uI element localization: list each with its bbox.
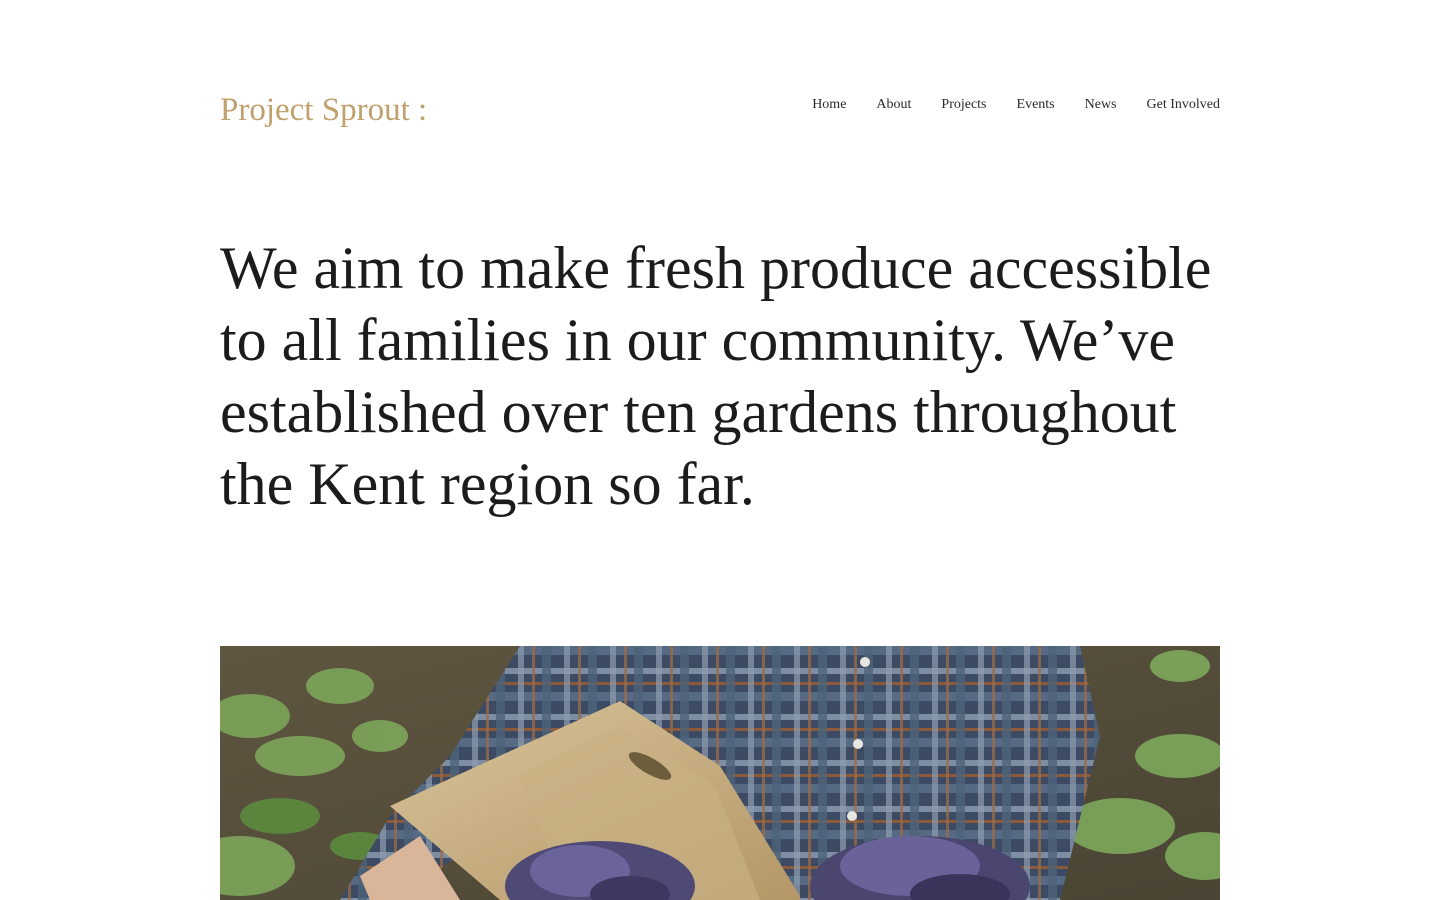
nav-item-home[interactable]: Home <box>812 97 846 113</box>
nav-item-get-involved[interactable]: Get Involved <box>1147 97 1220 113</box>
hero-photo <box>220 646 1220 900</box>
nav-item-projects[interactable]: Projects <box>941 97 986 113</box>
site-header: Project Sprout : Home About Projects Eve… <box>220 80 1220 140</box>
nav-item-news[interactable]: News <box>1085 97 1117 113</box>
mission-statement: We aim to make fresh produce accessible … <box>220 235 1212 517</box>
nav-item-about[interactable]: About <box>876 97 911 113</box>
site-title-link[interactable]: Project Sprout : <box>220 92 427 129</box>
nav-item-events[interactable]: Events <box>1017 97 1055 113</box>
main-nav: Home About Projects Events News Get Invo… <box>782 97 1220 113</box>
